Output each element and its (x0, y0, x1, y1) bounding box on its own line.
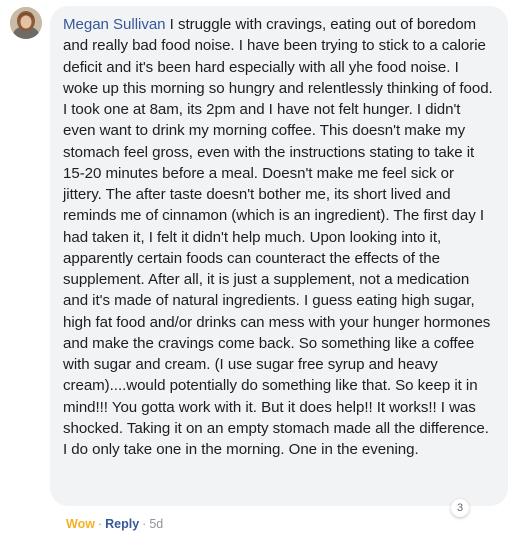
comment: Megan Sullivan I struggle with cravings,… (0, 0, 523, 539)
profile-photo-icon (10, 7, 42, 39)
author-name-link[interactable]: Megan Sullivan (63, 16, 166, 33)
separator-dot: · (142, 517, 147, 531)
separator-dot: · (97, 517, 103, 531)
reply-button[interactable]: Reply (105, 517, 139, 531)
comment-text: I struggle with cravings, eating out of … (63, 16, 493, 458)
comment-body: Megan Sullivan I struggle with cravings,… (63, 14, 496, 460)
timestamp-link[interactable]: 5d (149, 517, 163, 531)
wow-reaction-button[interactable]: Wow (66, 517, 95, 531)
reaction-count-badge[interactable]: 3 (451, 499, 469, 517)
comment-bubble: Megan Sullivan I struggle with cravings,… (50, 6, 508, 506)
avatar[interactable] (10, 7, 42, 39)
comment-actions: Wow · Reply · 5d (66, 516, 163, 532)
